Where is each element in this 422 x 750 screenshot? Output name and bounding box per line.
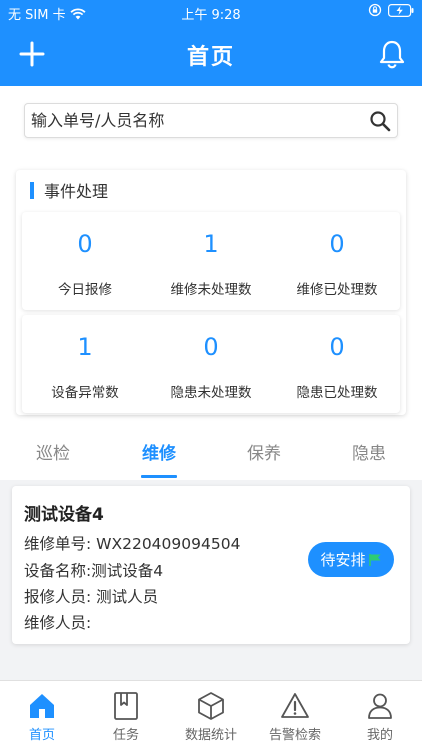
tabbar-item-profile[interactable]: 我的 [338,681,422,750]
stat-value: 1 [77,333,93,361]
tab-label: 维修 [142,444,176,464]
stat-value: 1 [203,230,219,258]
title-accent-bar [30,181,34,199]
tabbar-label: 我的 [366,728,393,743]
stat-repair-pending[interactable]: 1 维修未处理数 [148,212,274,310]
tabbar-label: 任务 [112,728,139,743]
stat-label: 维修已处理数 [296,282,378,298]
stat-value: 0 [203,333,219,361]
battery-icon [388,3,414,17]
device-title: 测试设备4 [24,505,104,525]
list-item[interactable]: 测试设备4 维修单号: WX220409094504 设备名称:测试设备4 报修… [12,486,410,644]
nav-bar: 首页 [0,22,422,86]
tabbar-label: 数据统计 [184,728,237,743]
order-number: 维修单号: WX220409094504 [24,535,241,553]
status-label: 待安排 [320,551,366,569]
search-icon[interactable] [369,110,391,132]
flag-icon [368,553,380,566]
home-icon [30,694,54,718]
tabbar-item-alarm[interactable]: 告警检索 [253,681,337,750]
stat-label: 设备异常数 [51,385,119,401]
page-title: 首页 [186,45,235,70]
tab-maintenance[interactable]: 保养 [224,438,304,480]
stat-value: 0 [77,230,93,258]
warning-icon [281,693,309,718]
stat-label: 维修未处理数 [170,282,252,298]
device-name: 设备名称:测试设备4 [24,562,164,580]
stat-device-abnormal[interactable]: 1 设备异常数 [22,315,148,413]
tab-label: 隐患 [352,444,386,464]
event-card: 事件处理 0 今日报修 1 维修未处理数 0 维修已处理数 1 设备异常数 0 [16,170,406,415]
event-section-title: 事件处理 [30,180,109,201]
bell-icon[interactable] [376,38,408,70]
task-icon [114,692,138,720]
repairer: 维修人员: [24,614,92,632]
tabbar-item-task[interactable]: 任务 [84,681,168,750]
stat-repair-done[interactable]: 0 维修已处理数 [274,212,400,310]
tab-inspection[interactable]: 巡检 [13,438,93,480]
stat-value: 0 [329,333,345,361]
tabbar-item-statistics[interactable]: 数据统计 [169,681,253,750]
stat-today-repair[interactable]: 0 今日报修 [22,212,148,310]
event-title-text: 事件处理 [44,182,109,201]
stat-label: 隐患未处理数 [170,385,252,401]
stat-hazard-pending[interactable]: 0 隐患未处理数 [148,315,274,413]
tab-repair[interactable]: 维修 [119,438,199,480]
tabbar-label: 告警检索 [268,728,321,743]
stat-row-hazard: 1 设备异常数 0 隐患未处理数 0 隐患已处理数 [22,315,400,413]
tab-label: 巡检 [36,444,70,464]
search-box [24,103,398,138]
orientation-lock-icon [368,3,382,17]
tabbar-label: 首页 [28,728,55,743]
user-icon [368,693,392,719]
bottom-tab-bar: 首页 任务 数据统计 告警检索 我的 [0,680,422,750]
main-content: 事件处理 0 今日报修 1 维修未处理数 0 维修已处理数 1 设备异常数 0 [0,86,422,680]
search-input[interactable] [25,104,355,137]
category-tabs: 巡检 维修 保养 隐患 [0,438,422,480]
tab-hazard[interactable]: 隐患 [329,438,409,480]
stat-row-repair: 0 今日报修 1 维修未处理数 0 维修已处理数 [22,212,400,310]
header: 无 SIM 卡 上午 9:28 首页 [0,0,422,86]
status-bar: 无 SIM 卡 上午 9:28 [0,0,422,23]
status-right [368,3,414,17]
stat-label: 今日报修 [58,282,112,298]
stat-hazard-done[interactable]: 0 隐患已处理数 [274,315,400,413]
cube-icon [198,692,224,720]
tabbar-item-home[interactable]: 首页 [0,681,84,750]
reporter: 报修人员: 测试人员 [24,588,159,606]
stat-label: 隐患已处理数 [296,385,378,401]
tab-label: 保养 [247,444,281,464]
status-button[interactable]: 待安排 [308,542,394,577]
tab-active-underline [141,475,177,478]
repair-list: 测试设备4 维修单号: WX220409094504 设备名称:测试设备4 报修… [0,480,422,680]
stat-value: 0 [329,230,345,258]
status-time: 上午 9:28 [181,8,241,23]
